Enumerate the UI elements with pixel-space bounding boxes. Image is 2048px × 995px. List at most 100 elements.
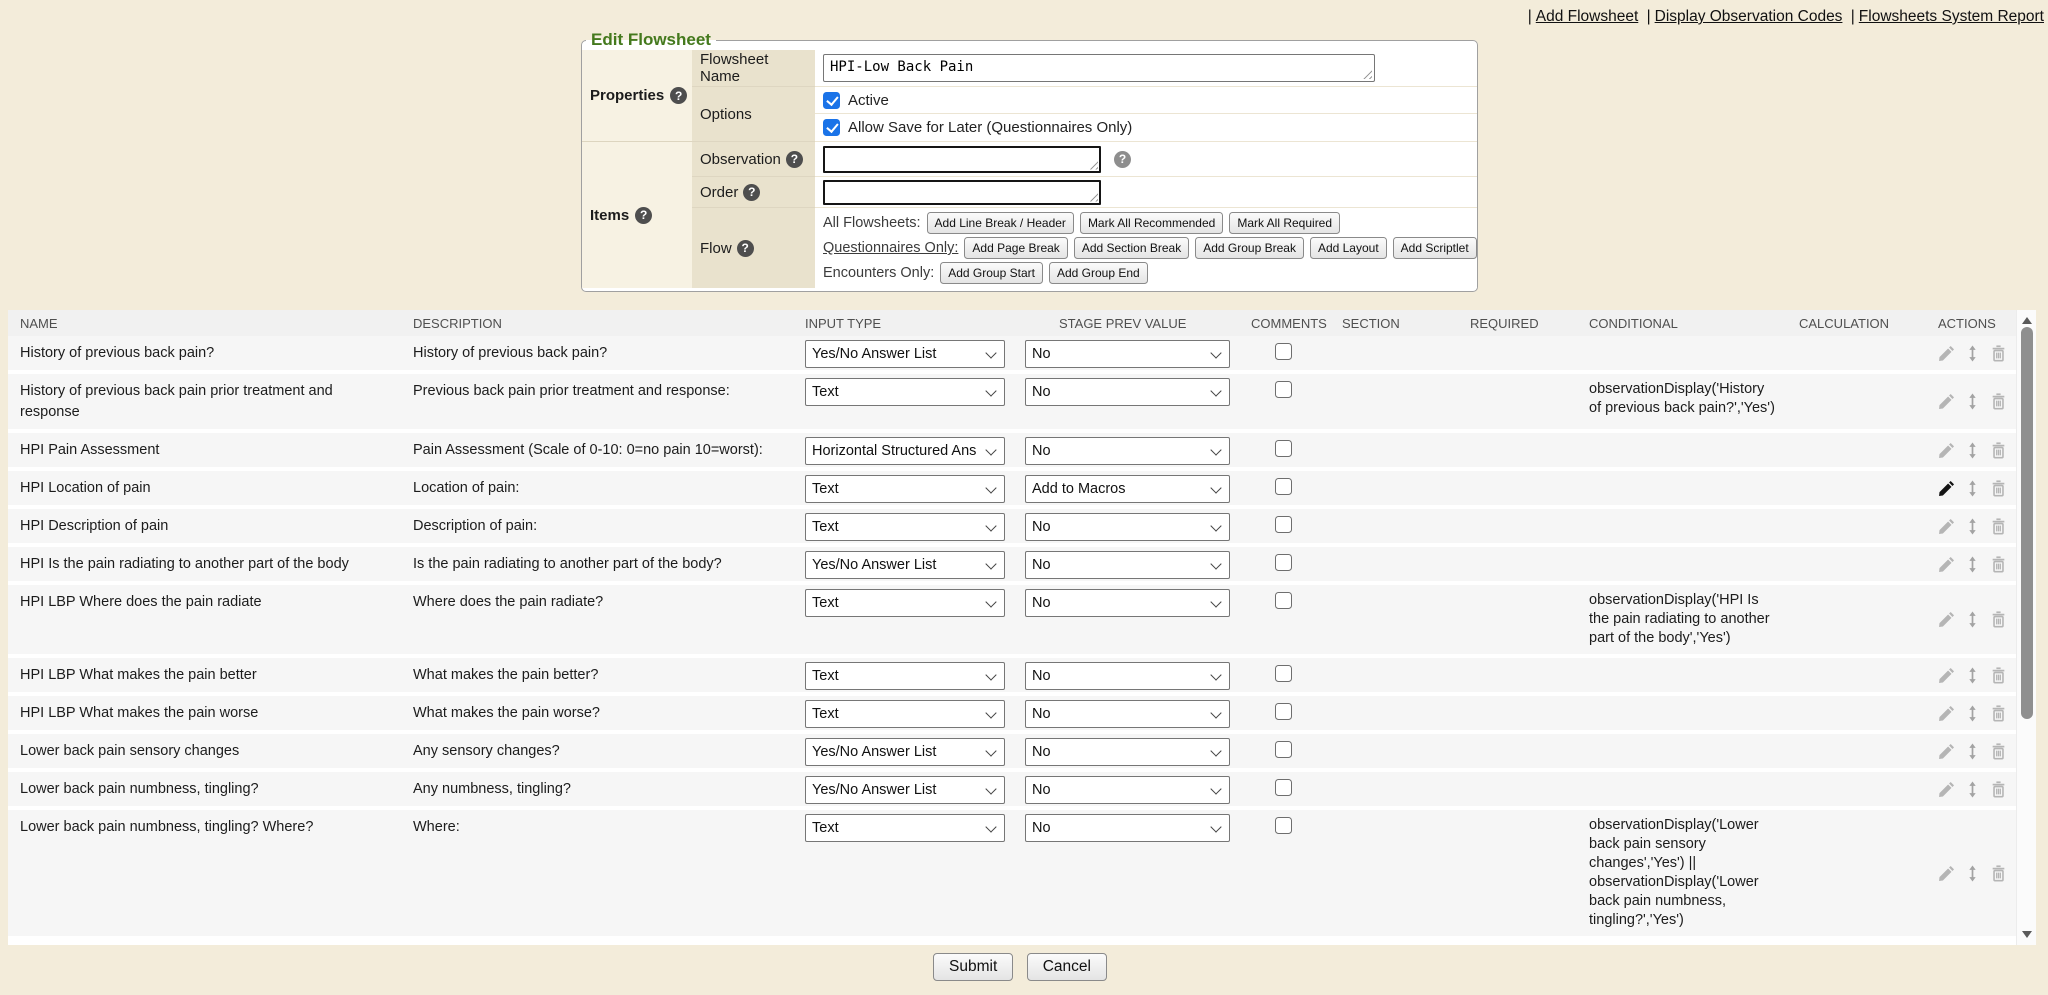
reorder-icon[interactable] [1964, 393, 1981, 410]
input-type-select[interactable]: Yes/No Answer List [805, 776, 1005, 804]
delete-icon[interactable] [1990, 393, 2007, 410]
reorder-icon[interactable] [1964, 518, 1981, 535]
edit-icon[interactable] [1938, 667, 1955, 684]
comments-checkbox[interactable] [1275, 703, 1292, 720]
allow-save-checkbox[interactable] [823, 119, 840, 136]
stage-prev-value-select[interactable]: No [1025, 738, 1230, 766]
edit-icon[interactable] [1938, 345, 1955, 362]
active-checkbox[interactable] [823, 92, 840, 109]
edit-icon[interactable] [1938, 393, 1955, 410]
table-scrollbar[interactable] [2016, 310, 2036, 945]
edit-icon[interactable] [1938, 518, 1955, 535]
stage-prev-value-select[interactable]: No [1025, 340, 1230, 368]
flowsheets-system-report-link[interactable]: Flowsheets System Report [1859, 8, 2044, 25]
input-type-select[interactable]: Text [805, 513, 1005, 541]
flow-button[interactable]: Add Group Start [940, 262, 1043, 284]
flow-button[interactable]: Add Line Break / Header [927, 212, 1074, 234]
reorder-icon[interactable] [1964, 480, 1981, 497]
flow-button[interactable]: Add Page Break [964, 237, 1067, 259]
delete-icon[interactable] [1990, 667, 2007, 684]
delete-icon[interactable] [1990, 442, 2007, 459]
comments-checkbox[interactable] [1275, 440, 1292, 457]
reorder-icon[interactable] [1964, 705, 1981, 722]
reorder-icon[interactable] [1964, 442, 1981, 459]
stage-prev-value-select[interactable]: No [1025, 437, 1230, 465]
delete-icon[interactable] [1990, 518, 2007, 535]
order-input[interactable] [823, 180, 1101, 205]
reorder-icon[interactable] [1964, 667, 1981, 684]
scroll-up-arrow-icon[interactable] [2022, 317, 2032, 324]
reorder-icon[interactable] [1964, 781, 1981, 798]
input-type-select[interactable]: Text [805, 700, 1005, 728]
stage-prev-value-select[interactable]: No [1025, 662, 1230, 690]
stage-prev-value-select[interactable]: No [1025, 513, 1230, 541]
flow-button[interactable]: Add Group Break [1195, 237, 1304, 259]
help-icon[interactable]: ? [786, 151, 803, 168]
stage-prev-value-select[interactable]: No [1025, 814, 1230, 842]
delete-icon[interactable] [1990, 781, 2007, 798]
flowsheet-name-input[interactable]: HPI-Low Back Pain [823, 54, 1375, 82]
comments-checkbox[interactable] [1275, 554, 1292, 571]
observation-input[interactable] [823, 146, 1101, 173]
comments-checkbox[interactable] [1275, 343, 1292, 360]
edit-icon[interactable] [1938, 611, 1955, 628]
input-type-select[interactable]: Horizontal Structured Ans [805, 437, 1005, 465]
edit-icon[interactable] [1938, 865, 1955, 882]
delete-icon[interactable] [1990, 865, 2007, 882]
comments-checkbox[interactable] [1275, 478, 1292, 495]
add-flowsheet-link[interactable]: Add Flowsheet [1536, 8, 1639, 25]
scroll-down-arrow-icon[interactable] [2022, 931, 2032, 938]
help-icon[interactable]: ? [670, 87, 687, 104]
comments-checkbox[interactable] [1275, 381, 1292, 398]
delete-icon[interactable] [1990, 345, 2007, 362]
cancel-button[interactable]: Cancel [1027, 953, 1107, 981]
input-type-select[interactable]: Yes/No Answer List [805, 340, 1005, 368]
edit-icon[interactable] [1938, 781, 1955, 798]
reorder-icon[interactable] [1964, 345, 1981, 362]
help-icon[interactable]: ? [635, 207, 652, 224]
stage-prev-value-select[interactable]: No [1025, 776, 1230, 804]
help-icon[interactable]: ? [743, 184, 760, 201]
input-type-select[interactable]: Text [805, 475, 1005, 503]
edit-icon[interactable] [1938, 442, 1955, 459]
reorder-icon[interactable] [1964, 743, 1981, 760]
reorder-icon[interactable] [1964, 865, 1981, 882]
stage-prev-value-select[interactable]: No [1025, 700, 1230, 728]
delete-icon[interactable] [1990, 743, 2007, 760]
delete-icon[interactable] [1990, 611, 2007, 628]
flow-button[interactable]: Add Group End [1049, 262, 1148, 284]
input-type-select[interactable]: Text [805, 814, 1005, 842]
input-type-select[interactable]: Text [805, 589, 1005, 617]
input-type-select[interactable]: Yes/No Answer List [805, 738, 1005, 766]
input-type-select[interactable]: Text [805, 662, 1005, 690]
reorder-icon[interactable] [1964, 611, 1981, 628]
help-icon[interactable]: ? [1114, 151, 1131, 168]
edit-icon[interactable] [1938, 743, 1955, 760]
stage-prev-value-select[interactable]: Add to Macros [1025, 475, 1230, 503]
flow-button[interactable]: Mark All Required [1229, 212, 1340, 234]
submit-button[interactable]: Submit [933, 953, 1013, 981]
flow-button[interactable]: Add Scriptlet [1393, 237, 1477, 259]
comments-checkbox[interactable] [1275, 592, 1292, 609]
edit-icon[interactable] [1938, 556, 1955, 573]
delete-icon[interactable] [1990, 480, 2007, 497]
input-type-select[interactable]: Yes/No Answer List [805, 551, 1005, 579]
edit-icon[interactable] [1938, 705, 1955, 722]
delete-icon[interactable] [1990, 705, 2007, 722]
reorder-icon[interactable] [1964, 556, 1981, 573]
comments-checkbox[interactable] [1275, 779, 1292, 796]
flow-button[interactable]: Add Section Break [1074, 237, 1189, 259]
stage-prev-value-select[interactable]: No [1025, 589, 1230, 617]
comments-checkbox[interactable] [1275, 741, 1292, 758]
stage-prev-value-select[interactable]: No [1025, 551, 1230, 579]
input-type-select[interactable]: Text [805, 378, 1005, 406]
flow-button[interactable]: Add Layout [1310, 237, 1387, 259]
scrollbar-thumb[interactable] [2021, 327, 2033, 719]
comments-checkbox[interactable] [1275, 817, 1292, 834]
comments-checkbox[interactable] [1275, 516, 1292, 533]
help-icon[interactable]: ? [737, 240, 754, 257]
comments-checkbox[interactable] [1275, 665, 1292, 682]
delete-icon[interactable] [1990, 556, 2007, 573]
flow-button[interactable]: Mark All Recommended [1080, 212, 1223, 234]
edit-icon[interactable] [1938, 480, 1955, 497]
